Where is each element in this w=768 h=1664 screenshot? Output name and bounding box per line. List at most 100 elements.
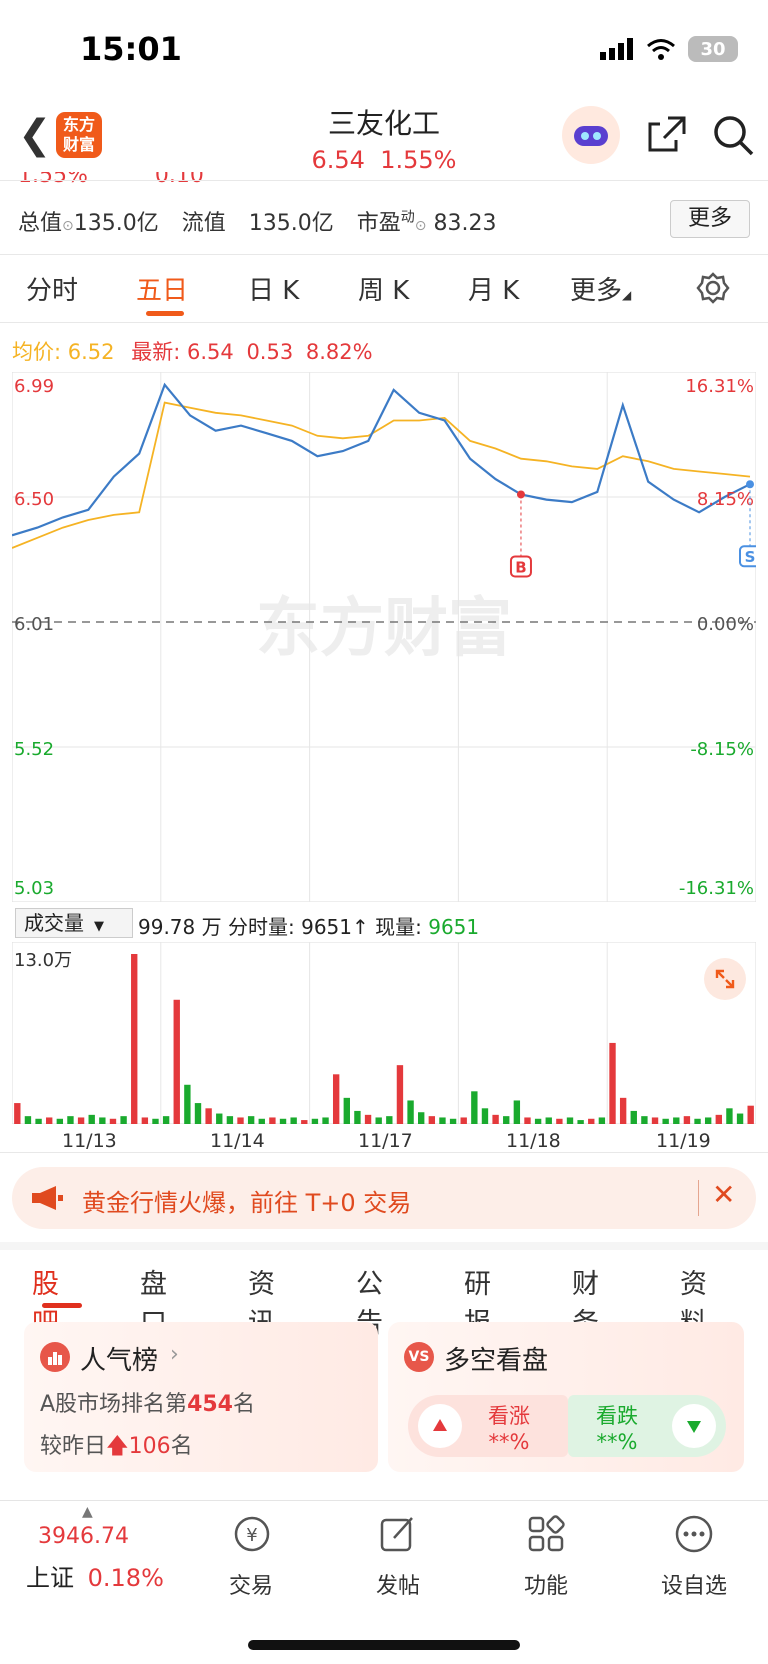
volume-bar — [46, 1117, 53, 1124]
up-arrow-icon: 🡅 — [106, 1434, 129, 1459]
bearish-value: **% — [596, 1430, 638, 1454]
info-icon: ⊙ — [414, 218, 427, 234]
volume-bar — [205, 1108, 212, 1124]
volume-bar — [534, 1118, 542, 1124]
y-axis-price-label: 6.99 — [14, 376, 54, 397]
volume-bar — [194, 1103, 202, 1124]
settings-gear-icon[interactable] — [696, 271, 730, 305]
float-value: 135.0亿 — [248, 211, 334, 236]
volume-bar — [566, 1117, 574, 1124]
down-triangle-icon — [672, 1404, 716, 1448]
megaphone-icon — [32, 1186, 63, 1210]
volume-bar — [343, 1097, 350, 1124]
y-axis-pct-label: 0.00% — [697, 614, 754, 635]
y-axis-pct-label: 16.31% — [685, 376, 754, 397]
volume-bar — [141, 1117, 149, 1124]
volume-bar — [662, 1118, 669, 1124]
function-button[interactable]: 功能 — [486, 1568, 606, 1600]
volume-bar — [524, 1117, 531, 1124]
rank-line: A股市场排名第454名 — [40, 1386, 255, 1418]
volume-bar — [131, 954, 138, 1124]
five-day-price-chart[interactable]: 东方财富 6.99 16.31% 6.50 8.15% 6.01 0.00% 5.52 -8.… — [12, 372, 756, 902]
compose-icon[interactable] — [376, 1512, 420, 1556]
trade-marker-label: S — [745, 548, 756, 566]
volume-bar — [279, 1118, 287, 1124]
tab-more[interactable]: 更多◢ — [570, 270, 631, 307]
volume-bar — [598, 1117, 606, 1124]
index-line[interactable]: 上证 0.18% — [26, 1558, 164, 1593]
latest-change: 0.53 — [246, 340, 294, 364]
bearish-text: 看跌 **% — [596, 1400, 638, 1454]
volume-bar — [439, 1117, 446, 1124]
rank-suffix: 名 — [233, 1392, 256, 1417]
volume-bar — [428, 1116, 436, 1124]
info-icon: ⊙ — [62, 218, 74, 234]
tab-week-k[interactable]: 周 K — [358, 270, 409, 307]
volume-bar — [332, 1074, 340, 1124]
y-axis-pct-label: -16.31% — [679, 878, 754, 899]
y-axis-price-label: 5.03 — [14, 878, 54, 899]
volume-chart[interactable]: 13.0万 — [12, 942, 756, 1124]
close-icon[interactable]: ✕ — [712, 1178, 735, 1211]
volume-bar — [503, 1116, 510, 1124]
search-icon[interactable] — [712, 114, 756, 158]
current-volume-label: 现量: — [375, 915, 422, 939]
status-time: 15:01 — [80, 30, 182, 68]
volume-bar — [322, 1117, 329, 1124]
volume-bar — [162, 1116, 170, 1124]
volume-bar — [609, 1042, 616, 1124]
rank-number: 454 — [187, 1392, 233, 1417]
volume-bar — [747, 1105, 754, 1124]
promo-banner-text: 黄金行情火爆，前往 T+0 交易 — [82, 1189, 412, 1217]
price-summary: 均价: 6.52 最新: 6.54 0.53 8.82% — [12, 336, 373, 366]
post-button[interactable]: 发帖 — [338, 1568, 458, 1600]
date-label: 11/18 — [506, 1130, 561, 1152]
volume-bar — [67, 1116, 74, 1124]
battery-icon: 30 — [688, 36, 738, 62]
rank-prefix: A股市场排名第 — [40, 1392, 188, 1417]
tab-five-day[interactable]: 五日 — [136, 270, 188, 307]
tab-day-k[interactable]: 日 K — [248, 270, 299, 307]
stock-price: 6.54 — [311, 146, 365, 174]
date-label: 11/19 — [656, 1130, 711, 1152]
watermark: 东方财富 — [256, 592, 512, 666]
volume-bar — [290, 1117, 297, 1124]
volume-bar — [364, 1114, 372, 1124]
volume-bar — [726, 1108, 733, 1124]
volume-bar — [152, 1118, 159, 1124]
trade-icon[interactable]: ¥ — [230, 1512, 274, 1556]
share-icon[interactable] — [646, 114, 688, 154]
bearish-label: 看跌 — [596, 1404, 638, 1428]
latest-label: 最新: — [131, 340, 181, 364]
bullish-value: **% — [488, 1430, 530, 1454]
minute-volume-label: 分时量: — [227, 915, 295, 939]
vs-icon: VS — [404, 1342, 434, 1372]
trade-button[interactable]: 交易 — [191, 1568, 311, 1600]
volume-bar — [588, 1118, 595, 1124]
volume-indicator-select[interactable]: 成交量 ▼ — [15, 908, 133, 938]
assistant-robot-icon[interactable] — [562, 106, 620, 164]
latest-value: 6.54 — [186, 340, 234, 364]
sentiment-title: 多空看盘 — [444, 1346, 549, 1376]
volume-label: 成交量 — [24, 911, 84, 935]
index-value[interactable]: 3946.74 — [38, 1524, 129, 1549]
expand-icon[interactable] — [704, 958, 746, 1000]
cropped-pct: 1.55% — [18, 172, 88, 184]
active-subtab-underline — [42, 1303, 82, 1308]
add-watchlist-button[interactable]: 设自选 — [634, 1568, 754, 1600]
more-dots-icon[interactable] — [672, 1512, 716, 1556]
index-name: 上证 — [26, 1564, 74, 1592]
float-value-label: 流值 — [181, 211, 226, 236]
y-axis-price-label: 5.52 — [14, 739, 54, 760]
tab-month-k[interactable]: 月 K — [468, 270, 519, 307]
volume-max-label: 13.0万 — [14, 950, 72, 971]
tab-minute[interactable]: 分时 — [26, 270, 78, 307]
stock-change-pct: 1.55% — [380, 146, 457, 174]
volume-bar — [237, 1117, 244, 1124]
dropdown-icon: ▼ — [94, 919, 104, 934]
grid-function-icon[interactable] — [524, 1512, 568, 1556]
minute-volume-value: 9651 — [301, 915, 352, 939]
volume-bar — [311, 1118, 319, 1124]
more-info-button[interactable]: 更多 — [670, 200, 750, 238]
total-value: 135.0亿 — [73, 211, 159, 236]
